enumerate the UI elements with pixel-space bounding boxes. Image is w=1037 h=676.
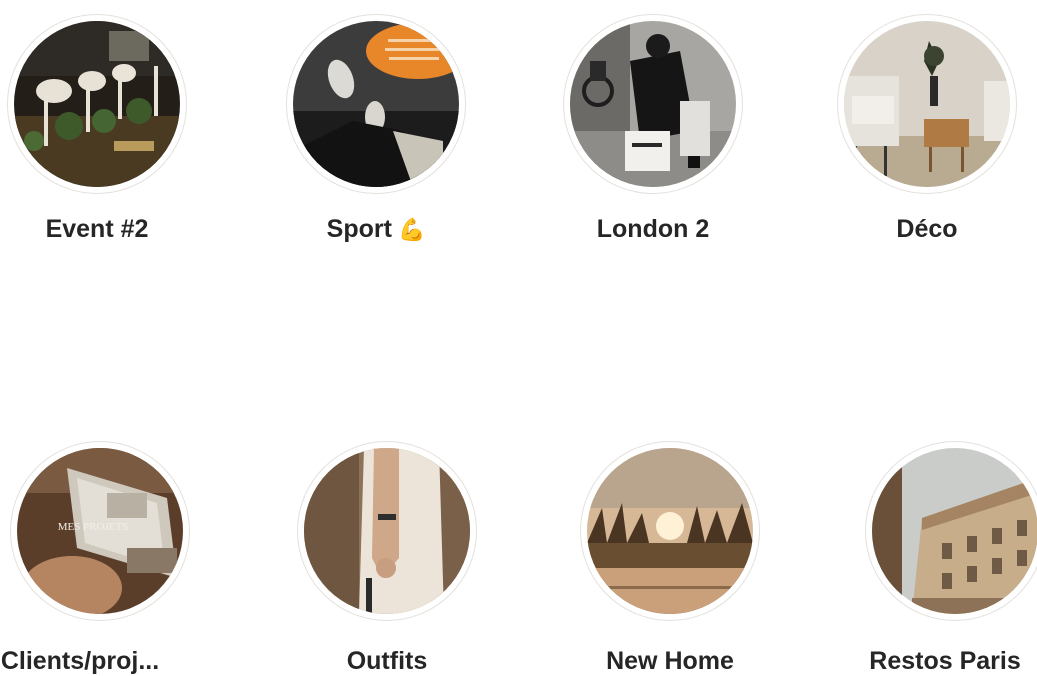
highlight-cover-image xyxy=(570,21,736,187)
flexed-biceps-icon: 💪 xyxy=(397,217,426,242)
highlight-title: Sport 💪 xyxy=(266,215,486,244)
highlight-title: New Home xyxy=(606,647,734,675)
highlight-cover-image xyxy=(304,448,470,614)
highlight-title-text: Sport xyxy=(326,215,392,243)
highlight-title: Restos Paris xyxy=(869,647,1021,675)
svg-text:MES PROJETS: MES PROJETS xyxy=(58,521,129,533)
highlight-title: Clients/proj... xyxy=(0,647,160,675)
highlight-cover-image xyxy=(844,21,1010,187)
highlight-cover-image xyxy=(872,448,1037,614)
highlight-cover-image xyxy=(14,21,180,187)
highlight-cover-image xyxy=(293,21,459,187)
highlight-title: Outfits xyxy=(346,647,428,675)
highlight-title: London 2 xyxy=(596,215,710,243)
highlight-title: Déco xyxy=(896,215,958,243)
highlight-cover-image xyxy=(587,448,753,614)
highlight-title: Event #2 xyxy=(45,215,149,243)
highlight-cover-image: MES PROJETS xyxy=(17,448,183,614)
